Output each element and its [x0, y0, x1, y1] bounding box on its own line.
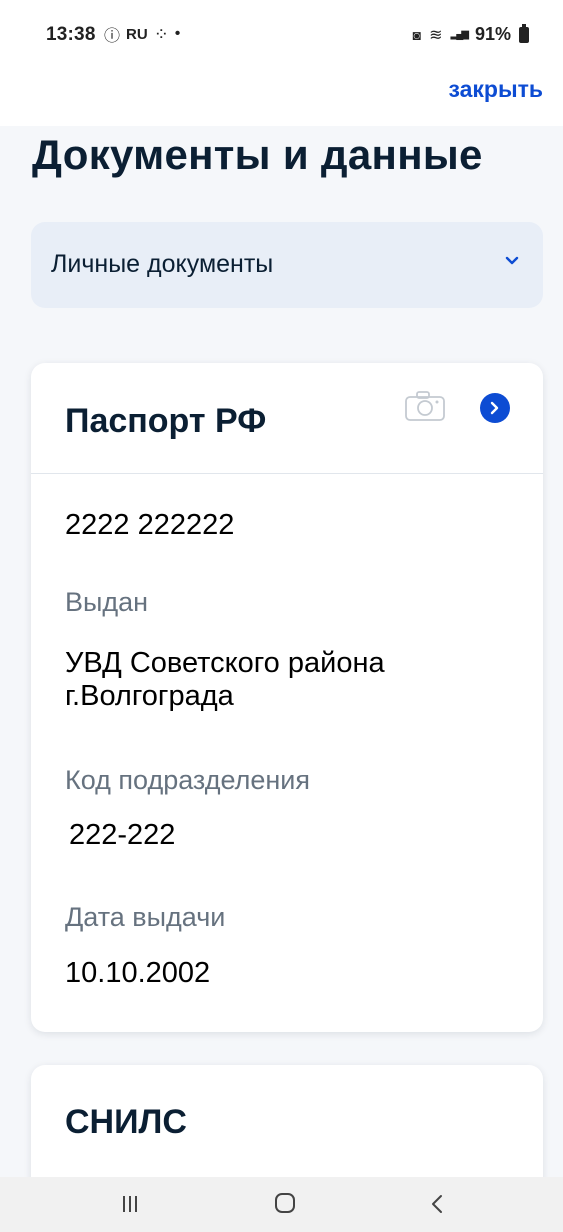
status-left-icons: ⓘ RU ⁘ • — [104, 22, 180, 46]
status-time: 13:38 — [46, 24, 96, 45]
issue-date-label: Дата выдачи — [65, 902, 226, 932]
passport-title: Паспорт РФ — [65, 402, 267, 440]
dots-icon: ⁘ — [153, 23, 169, 44]
open-passport-button[interactable] — [480, 393, 510, 423]
home-icon[interactable] — [274, 1192, 296, 1214]
division-code-label: Код подразделения — [65, 765, 310, 795]
issued-label: Выдан — [65, 587, 149, 617]
back-icon[interactable] — [430, 1193, 444, 1215]
dropdown-selected-value: Личные документы — [51, 250, 274, 278]
passport-number: 2222 222222 — [65, 509, 235, 541]
camera-icon[interactable] — [404, 390, 446, 422]
alert-circle-icon: ⓘ — [104, 28, 121, 45]
battery-icon — [519, 23, 529, 43]
document-category-dropdown[interactable]: Личные документы — [31, 222, 543, 308]
signal-icon: ▂▄▆ — [450, 29, 470, 40]
issue-date-value: 10.10.2002 — [65, 957, 211, 989]
card-divider — [31, 473, 543, 474]
system-nav-bar — [0, 1177, 563, 1232]
passport-card[interactable]: Паспорт РФ 2222 222222 Выдан УВД Советск… — [31, 363, 543, 1032]
division-code-value: 222-222 — [69, 819, 176, 851]
sim-icon: ◙ — [412, 26, 422, 43]
status-bar: 13:38 ⓘ RU ⁘ • ◙ ≋ ▂▄▆ 91% — [0, 0, 563, 70]
ru-icon: RU — [126, 25, 148, 43]
recents-icon[interactable] — [120, 1194, 140, 1214]
issued-value: УВД Советского района г.Волгограда — [65, 647, 385, 712]
close-button[interactable]: закрыть — [448, 76, 543, 103]
dot-icon: • — [174, 25, 181, 42]
status-right-icons: ◙ ≋ ▂▄▆ 91% — [412, 23, 529, 45]
snils-title: СНИЛС — [65, 1103, 187, 1141]
page-title: Документы и данные — [32, 131, 483, 178]
battery-level: 91% — [474, 24, 511, 44]
chevron-right-icon — [490, 401, 499, 415]
wifi-icon: ≋ — [429, 26, 443, 44]
chevron-down-icon — [505, 256, 519, 265]
